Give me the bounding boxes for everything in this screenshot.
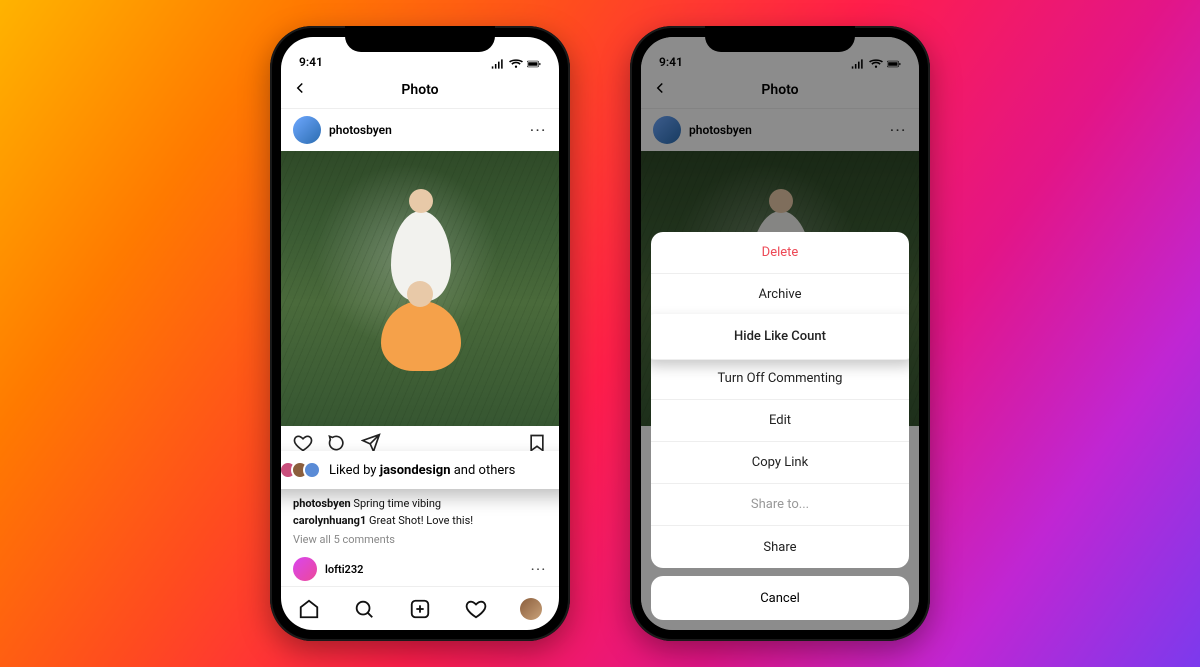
home-icon[interactable]: [298, 598, 320, 620]
more-button[interactable]: ···: [530, 123, 547, 137]
sheet-item-copy-link[interactable]: Copy Link: [651, 442, 909, 484]
bookmark-icon[interactable]: [527, 433, 547, 453]
phone-left: 9:41 Photo photosbyen ···: [270, 26, 570, 641]
view-all-comments[interactable]: View all 5 comments: [281, 533, 559, 546]
sheet-item-hide-like-count[interactable]: Hide Like Count: [651, 314, 909, 360]
sheet-item-edit[interactable]: Edit: [651, 400, 909, 442]
recent-commenter-row: lofti232 ···: [281, 552, 559, 586]
battery-icon: [527, 59, 541, 69]
back-button[interactable]: [291, 79, 309, 101]
sheet-item-archive[interactable]: Archive: [651, 274, 909, 316]
sheet-cancel-button[interactable]: Cancel: [651, 576, 909, 620]
sheet-item-share-to[interactable]: Share to...: [651, 484, 909, 526]
sheet-item-delete[interactable]: Delete: [651, 232, 909, 274]
avatar[interactable]: [293, 557, 317, 581]
liked-by-callout[interactable]: Liked by jasondesign and others: [281, 451, 559, 489]
status-time: 9:41: [299, 55, 323, 69]
comment-icon[interactable]: [327, 433, 347, 453]
avatar[interactable]: [293, 116, 321, 144]
phone-right: 9:41 Photo photosbyen ···: [630, 26, 930, 641]
liked-by-text: Liked by jasondesign and others: [329, 463, 515, 478]
sheet-item-share[interactable]: Share: [651, 526, 909, 568]
new-post-icon[interactable]: [409, 598, 431, 620]
username-label[interactable]: photosbyen: [329, 123, 392, 137]
chevron-left-icon: [291, 79, 309, 97]
comment-line: carolynhuang1 Great Shot! Love this!: [293, 513, 547, 530]
share-icon[interactable]: [361, 433, 381, 453]
post-image[interactable]: [281, 151, 559, 426]
activity-icon[interactable]: [465, 598, 487, 620]
profile-tab-avatar[interactable]: [520, 598, 542, 620]
post-header: photosbyen ···: [281, 109, 559, 151]
action-sheet-options: Delete Archive Hide Like Count Turn Off …: [651, 232, 909, 568]
status-indicators: [491, 59, 541, 69]
search-icon[interactable]: [353, 598, 375, 620]
liker-avatar-stack: [281, 461, 321, 479]
commenter-username[interactable]: lofti232: [325, 563, 363, 576]
like-icon[interactable]: [293, 433, 313, 453]
tab-bar: [281, 586, 559, 630]
screen-right: 9:41 Photo photosbyen ···: [641, 37, 919, 630]
wifi-icon: [509, 59, 523, 69]
more-button[interactable]: ···: [531, 563, 547, 576]
phone-notch: [705, 26, 855, 52]
caption-line: photosbyen Spring time vibing: [293, 496, 547, 513]
action-sheet: Delete Archive Hide Like Count Turn Off …: [651, 232, 909, 620]
nav-title: Photo: [401, 82, 438, 98]
action-sheet-cancel: Cancel: [651, 576, 909, 620]
phone-notch: [345, 26, 495, 52]
screen-left: 9:41 Photo photosbyen ···: [281, 37, 559, 630]
nav-header: Photo: [281, 71, 559, 109]
sheet-item-turn-off-commenting[interactable]: Turn Off Commenting: [651, 358, 909, 400]
signal-icon: [491, 59, 505, 69]
